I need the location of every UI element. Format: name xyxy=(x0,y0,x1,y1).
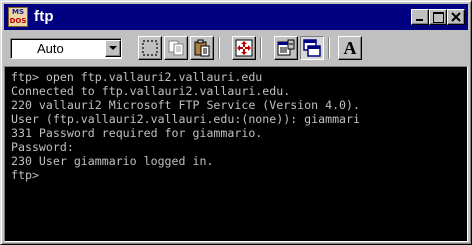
console-output[interactable]: ftp> open ftp.vallauri2.vallauri.edu Con… xyxy=(4,66,468,242)
paste-icon xyxy=(194,39,210,57)
ftp-console-window: MS DOS ftp Auto A ftp> open ftp.vallauri… xyxy=(0,0,472,245)
copy-button[interactable] xyxy=(164,36,188,60)
maximize-button[interactable] xyxy=(429,9,447,25)
properties-button[interactable] xyxy=(274,36,298,60)
ms-dos-icon-label-bottom: DOS xyxy=(9,17,27,25)
title-bar[interactable]: MS DOS ftp xyxy=(4,4,468,30)
font-size-select[interactable]: Auto xyxy=(10,38,122,59)
mark-icon xyxy=(142,40,158,56)
font-icon: A xyxy=(343,38,357,58)
mark-button[interactable] xyxy=(138,36,162,60)
paste-button[interactable] xyxy=(190,36,214,60)
close-button[interactable] xyxy=(447,9,465,25)
toolbar-separator xyxy=(260,37,262,59)
toolbar-separator xyxy=(328,37,330,59)
close-icon xyxy=(451,12,461,22)
console-prompt: ftp> xyxy=(11,168,39,182)
ms-dos-icon[interactable]: MS DOS xyxy=(8,7,28,27)
ms-dos-icon-label-top: MS xyxy=(11,8,24,16)
console-line: 220 vallauri2 Microsoft FTP Service (Ver… xyxy=(11,98,361,112)
background-button[interactable] xyxy=(300,36,324,60)
window-title: ftp xyxy=(34,8,54,25)
toolbar: Auto A xyxy=(4,33,468,63)
font-button[interactable]: A xyxy=(338,36,362,60)
chevron-down-icon[interactable] xyxy=(105,40,121,57)
properties-icon xyxy=(277,39,295,56)
background-icon xyxy=(303,39,321,57)
console-line: ftp> open ftp.vallauri2.vallauri.edu xyxy=(11,70,263,84)
console-line: User (ftp.vallauri2.vallauri.edu:(none))… xyxy=(11,112,361,126)
font-size-value: Auto xyxy=(37,41,64,56)
full-screen-button[interactable] xyxy=(232,36,256,60)
console-line: Connected to ftp.vallauri2.vallauri.edu. xyxy=(11,84,291,98)
console-line: 331 Password required for giammario. xyxy=(11,126,263,140)
toolbar-separator xyxy=(218,37,220,59)
console-line: 230 User giammario logged in. xyxy=(11,154,214,168)
console-line: Password: xyxy=(11,140,74,154)
full-screen-icon xyxy=(235,39,253,57)
minimize-button[interactable] xyxy=(411,9,429,25)
copy-icon xyxy=(168,40,184,56)
